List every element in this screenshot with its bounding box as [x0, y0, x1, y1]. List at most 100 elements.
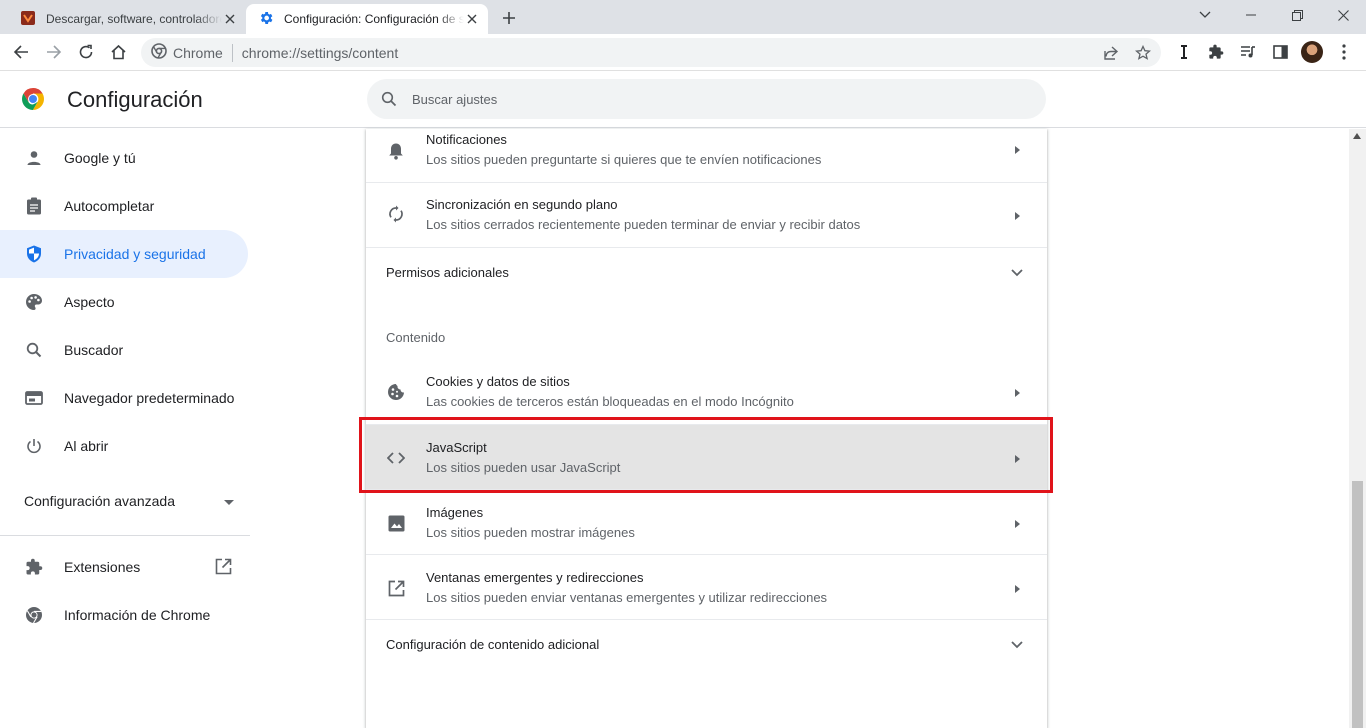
tab-configuracion[interactable]: Configuración: Configuración de sitios: [246, 4, 488, 34]
content-section-heading: Contenido: [386, 330, 446, 345]
close-window-button[interactable]: [1320, 0, 1366, 30]
sidebar-item-al-abrir[interactable]: Al abrir: [0, 422, 248, 470]
cookies-row[interactable]: Cookies y datos de sitios Las cookies de…: [366, 359, 1047, 424]
image-icon: [386, 513, 406, 533]
sync-icon: [386, 204, 406, 224]
background-sync-title: Sincronización en segundo plano: [426, 197, 618, 212]
javascript-row[interactable]: JavaScript Los sitios pueden usar JavaSc…: [366, 424, 1047, 489]
chevron-down-icon: [1007, 263, 1027, 283]
notifications-desc: Los sitios pueden preguntarte si quieres…: [426, 152, 822, 167]
new-tab-button[interactable]: [498, 7, 520, 29]
extensions-puzzle-icon[interactable]: [1203, 39, 1229, 65]
close-tab-icon[interactable]: [222, 11, 238, 27]
site-label: Chrome: [173, 44, 223, 61]
sidebar-item-navegador[interactable]: Navegador predeterminado: [0, 374, 248, 422]
chrome-icon: [23, 604, 45, 626]
minimize-button[interactable]: [1228, 0, 1274, 30]
background-sync-desc: Los sitios cerrados recientemente pueden…: [426, 217, 861, 232]
javascript-title: JavaScript: [426, 440, 487, 455]
clipboard-icon: [23, 195, 45, 217]
sidebar-item-label: Google y tú: [64, 150, 136, 166]
share-icon[interactable]: [1098, 40, 1124, 66]
arrow-right-icon: [1013, 388, 1021, 398]
chrome-logo-icon: [151, 43, 167, 62]
cookie-icon: [386, 382, 406, 402]
sidebar-item-buscador[interactable]: Buscador: [0, 326, 248, 374]
arrow-right-icon: [1013, 211, 1021, 221]
open-in-new-icon: [215, 558, 232, 578]
back-button[interactable]: [8, 39, 34, 65]
sidebar-item-label: Autocompletar: [64, 198, 155, 214]
site-settings-card: Notificaciones Los sitios pueden pregunt…: [366, 129, 1047, 728]
profile-avatar[interactable]: [1299, 39, 1325, 65]
ibeam-extension-icon[interactable]: [1171, 39, 1197, 65]
bell-icon: [386, 141, 406, 161]
popups-desc: Los sitios pueden enviar ventanas emerge…: [426, 590, 828, 605]
sidebar-item-label: Extensiones: [64, 559, 141, 575]
scroll-up-arrow-icon[interactable]: [1353, 133, 1361, 139]
power-icon: [23, 435, 45, 457]
settings-sidebar: Google y tú Autocompletar Privacidad y s…: [0, 129, 260, 728]
site-info[interactable]: Chrome: [151, 43, 223, 62]
home-button[interactable]: [105, 39, 131, 65]
chrome-logo-icon: [21, 87, 45, 111]
additional-permissions-expander[interactable]: Permisos adicionales: [366, 247, 1047, 295]
bookmark-star-icon[interactable]: [1130, 40, 1156, 66]
url-text: chrome://settings/content: [241, 44, 399, 61]
search-input[interactable]: [412, 91, 1012, 107]
additional-content-label: Configuración de contenido adicional: [386, 637, 600, 652]
javascript-desc: Los sitios pueden usar JavaScript: [426, 460, 621, 475]
advanced-settings-toggle[interactable]: Configuración avanzada: [24, 493, 234, 509]
arrow-right-icon: [1013, 519, 1021, 529]
cookies-desc: Las cookies de terceros están bloqueadas…: [426, 394, 794, 409]
sidebar-item-label: Buscador: [64, 342, 124, 358]
tab-search-chevron-icon[interactable]: [1182, 0, 1228, 30]
sidebar-item-privacidad[interactable]: Privacidad y seguridad: [0, 230, 248, 278]
palette-icon: [23, 291, 45, 313]
notifications-title: Notificaciones: [426, 132, 507, 147]
tab-title: Configuración: Configuración de sitios: [284, 12, 464, 26]
close-tab-icon[interactable]: [464, 11, 480, 27]
tab-title: Descargar, software, controladores: [46, 12, 222, 26]
arrow-right-icon: [1013, 145, 1021, 155]
cookies-title: Cookies y datos de sitios: [426, 374, 570, 389]
tab-descargar[interactable]: Descargar, software, controladores: [8, 4, 246, 34]
sidebar-item-informacion[interactable]: Información de Chrome: [0, 591, 248, 639]
page-title: Configuración: [67, 87, 203, 112]
popups-row[interactable]: Ventanas emergentes y redirecciones Los …: [366, 554, 1047, 619]
puzzle-icon: [23, 556, 45, 578]
forward-button[interactable]: [41, 39, 67, 65]
tab-strip: Descargar, software, controladores Confi…: [0, 0, 1366, 34]
search-icon: [379, 89, 399, 109]
address-bar[interactable]: Chrome chrome://settings/content: [141, 38, 1161, 67]
sidebar-item-autocompletar[interactable]: Autocompletar: [0, 182, 248, 230]
images-row[interactable]: Imágenes Los sitios pueden mostrar imáge…: [366, 489, 1047, 554]
sidebar-item-google[interactable]: Google y tú: [0, 134, 248, 182]
arrow-right-icon: [1013, 584, 1021, 594]
scrollbar-thumb[interactable]: [1352, 481, 1363, 728]
side-panel-icon[interactable]: [1267, 39, 1293, 65]
person-icon: [23, 147, 45, 169]
additional-content-expander[interactable]: Configuración de contenido adicional: [366, 619, 1047, 667]
media-queue-icon[interactable]: [1235, 39, 1261, 65]
settings-search[interactable]: [367, 79, 1046, 119]
background-sync-row[interactable]: Sincronización en segundo plano Los siti…: [366, 182, 1047, 247]
restore-button[interactable]: [1274, 0, 1320, 30]
sidebar-item-extensiones[interactable]: Extensiones: [0, 543, 248, 591]
arrow-right-icon: [1013, 454, 1021, 464]
dropdown-arrow-icon: [224, 493, 234, 509]
site-favicon-icon: [20, 10, 36, 29]
sidebar-divider: [0, 535, 250, 536]
page-scrollbar[interactable]: [1349, 129, 1366, 728]
more-menu-icon[interactable]: [1331, 39, 1357, 65]
shield-icon: [23, 243, 45, 265]
browser-toolbar: Chrome chrome://settings/content: [0, 34, 1366, 71]
additional-permissions-label: Permisos adicionales: [386, 265, 509, 280]
sidebar-item-label: Al abrir: [64, 438, 109, 454]
sidebar-item-aspecto[interactable]: Aspecto: [0, 278, 248, 326]
settings-header: Configuración: [0, 72, 1366, 128]
sidebar-item-label: Privacidad y seguridad: [64, 246, 206, 262]
sidebar-item-label: Aspecto: [64, 294, 115, 310]
search-icon: [23, 339, 45, 361]
reload-button[interactable]: [73, 39, 99, 65]
